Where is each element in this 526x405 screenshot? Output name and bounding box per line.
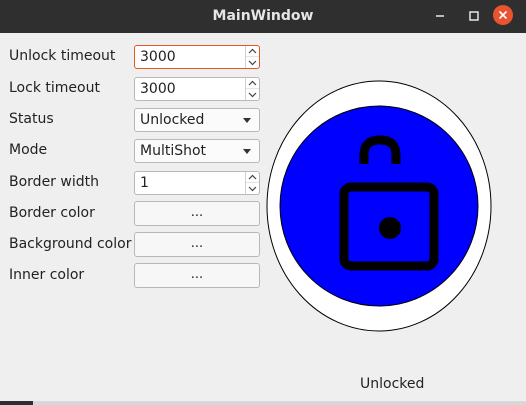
- border-width-label: Border width: [9, 174, 99, 190]
- status-combobox[interactable]: Unlocked: [134, 108, 260, 132]
- close-icon[interactable]: [493, 5, 513, 25]
- status-text: Unlocked: [360, 376, 425, 392]
- dropdown-arrow-icon: [243, 118, 251, 123]
- border-color-label: Border color: [9, 205, 95, 221]
- maximize-icon[interactable]: [463, 5, 485, 27]
- minimize-icon[interactable]: [429, 5, 451, 27]
- background-color-label: Background color: [9, 236, 132, 252]
- border-width-stepper[interactable]: [245, 172, 259, 194]
- mode-combobox[interactable]: MultiShot: [134, 139, 260, 163]
- lock-preview-widget[interactable]: [266, 80, 493, 332]
- unlock-timeout-stepper[interactable]: [245, 46, 259, 68]
- border-color-button[interactable]: ...: [134, 201, 260, 226]
- status-label: Status: [9, 111, 54, 127]
- unlock-timeout-label: Unlock timeout: [9, 48, 116, 64]
- unlock-timeout-spinbox[interactable]: 3000: [134, 45, 260, 69]
- lock-timeout-value[interactable]: 3000: [140, 81, 176, 97]
- mode-selected-value: MultiShot: [140, 143, 207, 159]
- chevron-up-icon[interactable]: [246, 78, 259, 89]
- lock-timeout-label: Lock timeout: [9, 80, 100, 96]
- unlock-timeout-value[interactable]: 3000: [140, 49, 176, 65]
- chevron-up-icon[interactable]: [246, 172, 259, 183]
- chevron-down-icon[interactable]: [246, 183, 259, 194]
- inner-color-label: Inner color: [9, 267, 85, 283]
- dropdown-arrow-icon: [243, 149, 251, 154]
- inner-color-button[interactable]: ...: [134, 263, 260, 288]
- border-width-spinbox[interactable]: 1: [134, 171, 260, 195]
- chevron-down-icon[interactable]: [246, 89, 259, 100]
- lock-timeout-spinbox[interactable]: 3000: [134, 77, 260, 101]
- status-selected-value: Unlocked: [140, 112, 205, 128]
- mode-label: Mode: [9, 142, 48, 158]
- border-width-value[interactable]: 1: [140, 175, 149, 191]
- background-color-button[interactable]: ...: [134, 232, 260, 257]
- chevron-down-icon[interactable]: [246, 57, 259, 68]
- title-bar[interactable]: MainWindow: [0, 0, 526, 33]
- window-bottom-edge: [0, 401, 526, 405]
- chevron-up-icon[interactable]: [246, 46, 259, 57]
- main-window: MainWindow Unlock timeout 3000 Lock time…: [0, 0, 526, 405]
- lock-timeout-stepper[interactable]: [245, 78, 259, 100]
